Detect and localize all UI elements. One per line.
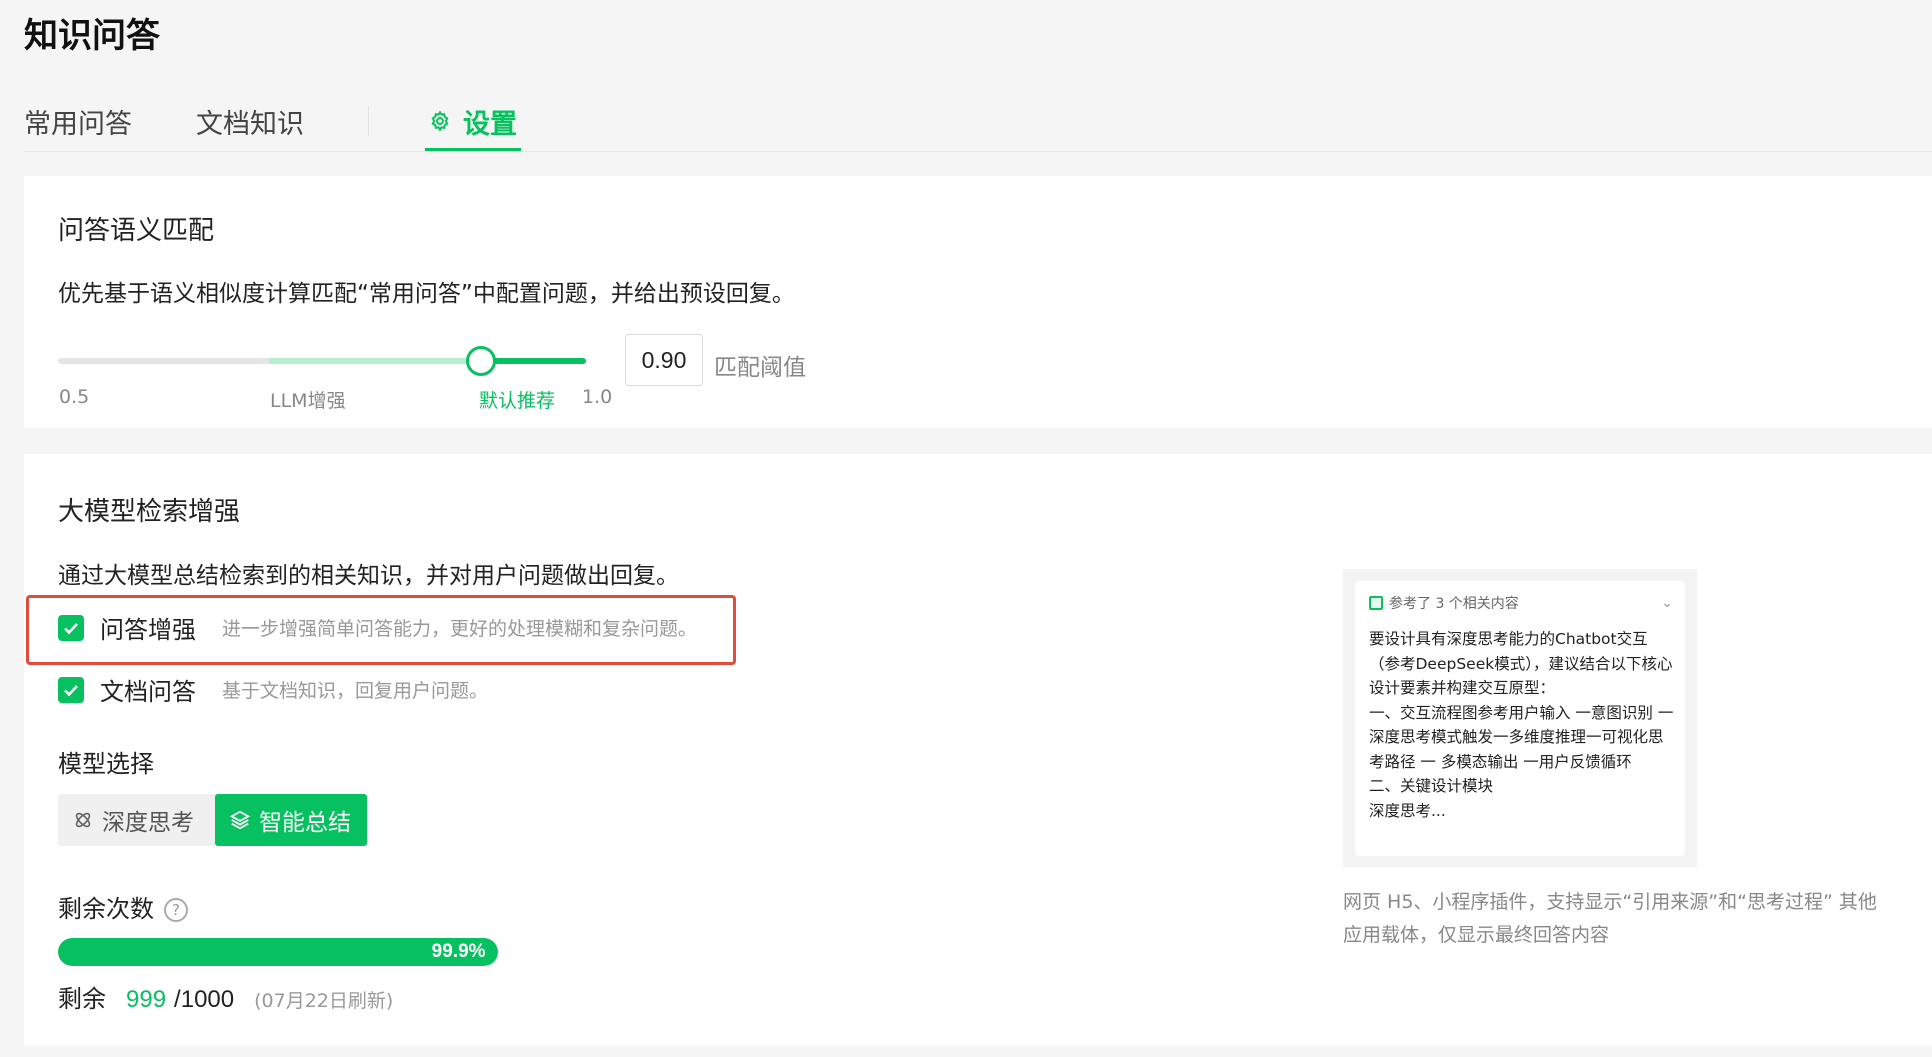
tab-doc-knowledge[interactable]: 文档知识 <box>196 102 304 141</box>
semantic-match-card: 问答语义匹配 优先基于语义相似度计算匹配“常用问答”中配置问题，并给出预设回复。… <box>24 176 1932 428</box>
check-icon <box>64 622 78 634</box>
chevron-down-icon: ⌄ <box>1661 595 1673 611</box>
threshold-input[interactable] <box>625 334 703 386</box>
section-description: 通过大模型总结检索到的相关知识，并对用户问题做出回复。 <box>58 563 679 589</box>
progress-percent: 99.9% <box>431 941 486 962</box>
threshold-label: 匹配阈值 <box>714 355 806 381</box>
preview-answer-text: 要设计具有深度思考能力的Chatbot交互（参考DeepSeek模式），建议结合… <box>1369 630 1674 820</box>
tab-bar: 常用问答 文档知识 设置 <box>24 96 1932 152</box>
progress-fill: 99.9% <box>58 938 498 966</box>
doc-qa-label: 文档问答 <box>100 678 196 706</box>
page-title: 知识问答 <box>24 16 160 56</box>
option-qa-enhance[interactable]: 问答增强 进一步增强简单问答能力，更好的处理模糊和复杂问题。 <box>58 610 697 645</box>
gear-icon <box>431 110 449 132</box>
usage-progress-bar: 99.9% <box>58 938 498 966</box>
llm-enhance-card: 大模型检索增强 通过大模型总结检索到的相关知识，并对用户问题做出回复。 问答增强… <box>24 454 1932 1046</box>
slider-llm-zone <box>269 358 481 364</box>
tab-divider <box>368 106 369 136</box>
layers-icon <box>229 810 251 830</box>
qa-enhance-label: 问答增强 <box>100 616 196 644</box>
reference-bar[interactable]: 参考了 3 个相关内容 ⌄ <box>1369 593 1673 613</box>
doc-qa-checkbox[interactable] <box>58 676 84 703</box>
model-selector: 深度思考 智能总结 <box>58 794 367 846</box>
option-doc-qa[interactable]: 文档问答 基于文档知识，回复用户问题。 <box>58 672 488 707</box>
model-deep-think-label: 深度思考 <box>102 810 194 836</box>
tab-settings-label: 设置 <box>463 109 517 140</box>
slider-thumb[interactable] <box>466 346 496 376</box>
slider-recommended-zone <box>481 358 586 364</box>
section-description: 优先基于语义相似度计算匹配“常用问答”中配置问题，并给出预设回复。 <box>58 281 795 307</box>
slider-recommend-label: 默认推荐 <box>479 390 556 412</box>
remaining-label-text: 剩余次数 <box>58 895 154 923</box>
tab-settings[interactable]: 设置 <box>425 102 521 151</box>
model-deep-think-button[interactable]: 深度思考 <box>58 794 215 846</box>
remaining-count-label: 剩余次数? <box>58 889 188 924</box>
reference-icon <box>1369 596 1383 610</box>
section-title: 问答语义匹配 <box>58 216 215 246</box>
remaining-total: /1000 <box>174 986 235 1013</box>
deep-think-icon <box>75 812 91 828</box>
slider-min-label: 0.5 <box>59 386 90 408</box>
model-select-label: 模型选择 <box>58 750 154 778</box>
check-icon <box>64 684 78 696</box>
model-smart-summary-label: 智能总结 <box>259 810 351 836</box>
tab-faq[interactable]: 常用问答 <box>24 102 132 141</box>
remaining-prefix: 剩余 <box>58 985 106 1013</box>
section-title: 大模型检索增强 <box>58 497 241 527</box>
remaining-summary: 剩余 999 /1000 (07月22日刷新) <box>58 979 393 1014</box>
threshold-slider[interactable] <box>58 346 586 376</box>
model-smart-summary-button[interactable]: 智能总结 <box>215 794 367 846</box>
help-icon[interactable]: ? <box>164 898 188 922</box>
slider-max-label: 1.0 <box>582 386 613 408</box>
qa-enhance-checkbox[interactable] <box>58 614 84 641</box>
doc-qa-desc: 基于文档知识，回复用户问题。 <box>222 680 489 702</box>
refresh-note: (07月22日刷新) <box>254 990 394 1012</box>
preview-panel: 参考了 3 个相关内容 ⌄ 要设计具有深度思考能力的Chatbot交互（参考De… <box>1343 569 1697 867</box>
slider-llm-label: LLM增强 <box>270 390 346 412</box>
reference-text: 参考了 3 个相关内容 <box>1389 596 1519 612</box>
preview-note: 网页 H5、小程序插件，支持显示“引用来源”和“思考过程” 其他应用载体，仅显示… <box>1343 891 1877 946</box>
remaining-count: 999 <box>126 986 167 1013</box>
preview-card: 参考了 3 个相关内容 ⌄ 要设计具有深度思考能力的Chatbot交互（参考De… <box>1355 581 1685 856</box>
qa-enhance-desc: 进一步增强简单问答能力，更好的处理模糊和复杂问题。 <box>222 618 698 640</box>
